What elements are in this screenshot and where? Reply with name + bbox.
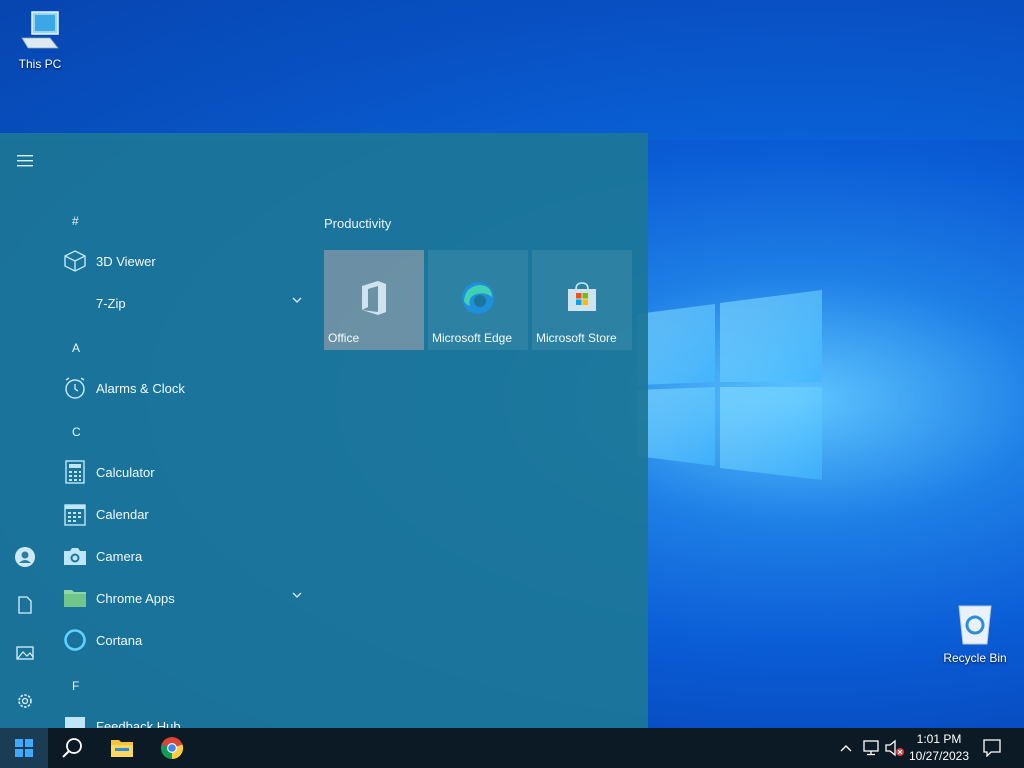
alarm-clock-icon xyxy=(62,375,88,401)
desktop-background-overlay xyxy=(0,0,1024,140)
chrome-button[interactable] xyxy=(148,728,196,768)
app-item-calendar[interactable]: Calendar xyxy=(62,496,310,532)
app-item-3d-viewer[interactable]: 3D Viewer xyxy=(62,243,310,279)
settings-icon[interactable] xyxy=(10,686,40,716)
app-item-camera[interactable]: Camera xyxy=(62,538,310,574)
letter-header[interactable]: F xyxy=(72,679,79,693)
app-item-7-zip[interactable]: 7-Zip xyxy=(62,285,310,321)
app-item-alarms-clock[interactable]: Alarms & Clock xyxy=(62,370,310,406)
user-icon[interactable] xyxy=(10,542,40,572)
app-item-cortana[interactable]: Cortana xyxy=(62,622,310,658)
app-name: Chrome Apps xyxy=(96,590,175,606)
app-name: Camera xyxy=(96,548,143,564)
app-name: Calculator xyxy=(96,464,155,480)
desktop-icon-this-pc[interactable]: This PC xyxy=(0,8,80,71)
calendar-icon xyxy=(62,501,88,527)
show-hidden-icons[interactable] xyxy=(836,728,856,768)
search-button[interactable] xyxy=(48,728,96,768)
camera-icon xyxy=(62,543,88,569)
app-item-calculator[interactable]: Calculator xyxy=(62,454,310,490)
app-name: 7-Zip xyxy=(96,295,126,311)
recycle-bin-icon xyxy=(958,605,992,645)
start-button[interactable] xyxy=(0,728,48,768)
store-icon xyxy=(532,280,632,320)
computer-icon xyxy=(21,11,59,49)
documents-icon[interactable] xyxy=(10,590,40,620)
blank-icon xyxy=(62,290,88,316)
folder-icon xyxy=(62,585,88,611)
letter-header[interactable]: A xyxy=(72,341,80,355)
app-name: 3D Viewer xyxy=(96,253,156,269)
desktop-icon-label: This PC xyxy=(18,57,62,71)
letter-header[interactable]: C xyxy=(72,425,81,439)
app-item-feedback-hub[interactable]: Feedback Hub xyxy=(62,708,310,728)
action-center-icon[interactable] xyxy=(980,728,1004,768)
app-list[interactable]: # 3D Viewer 7-Zip A Alarms & Clock C Cal… xyxy=(50,133,310,728)
start-menu: # 3D Viewer 7-Zip A Alarms & Clock C Cal… xyxy=(0,133,648,728)
edge-icon xyxy=(428,280,528,320)
windows-start-icon xyxy=(15,739,33,757)
clock-time: 1:01 PM xyxy=(916,732,962,746)
tile-microsoft-store[interactable]: Microsoft Store xyxy=(532,250,632,350)
chevron-up-icon xyxy=(840,745,852,752)
pictures-icon[interactable] xyxy=(10,638,40,668)
cube-icon xyxy=(62,248,88,274)
app-name: Calendar xyxy=(96,506,149,522)
file-explorer-button[interactable] xyxy=(98,728,146,768)
file-explorer-icon xyxy=(111,740,133,757)
hamburger-menu-icon[interactable] xyxy=(10,146,40,176)
taskbar: 1:01 PM 10/27/2023 xyxy=(0,728,1024,768)
app-item-chrome-apps[interactable]: Chrome Apps xyxy=(62,580,310,616)
tile-microsoft-edge[interactable]: Microsoft Edge xyxy=(428,250,528,350)
cortana-icon xyxy=(62,627,88,653)
tile-label: Office xyxy=(328,331,360,345)
tile-group-title[interactable]: Productivity xyxy=(324,216,391,231)
app-name: Feedback Hub xyxy=(96,718,181,729)
start-rail xyxy=(0,133,50,728)
app-name: Cortana xyxy=(96,632,143,648)
calculator-icon xyxy=(62,459,88,485)
desktop-icon-recycle-bin[interactable]: Recycle Bin xyxy=(935,600,1015,665)
desktop-icon-label: Recycle Bin xyxy=(943,651,1007,665)
app-name: Alarms & Clock xyxy=(96,380,185,396)
chrome-icon xyxy=(160,737,184,760)
network-icon[interactable] xyxy=(860,728,882,768)
tile-label: Microsoft Store xyxy=(536,331,617,345)
letter-header[interactable]: # xyxy=(72,214,79,228)
search-icon xyxy=(62,738,82,758)
feedback-icon xyxy=(62,713,88,728)
chevron-down-icon xyxy=(292,297,302,303)
tile-label: Microsoft Edge xyxy=(432,331,513,345)
office-icon xyxy=(324,280,424,320)
clock[interactable]: 1:01 PM 10/27/2023 xyxy=(900,731,978,765)
tile-office[interactable]: Office xyxy=(324,250,424,350)
chevron-down-icon xyxy=(292,592,302,598)
clock-date: 10/27/2023 xyxy=(908,749,970,763)
